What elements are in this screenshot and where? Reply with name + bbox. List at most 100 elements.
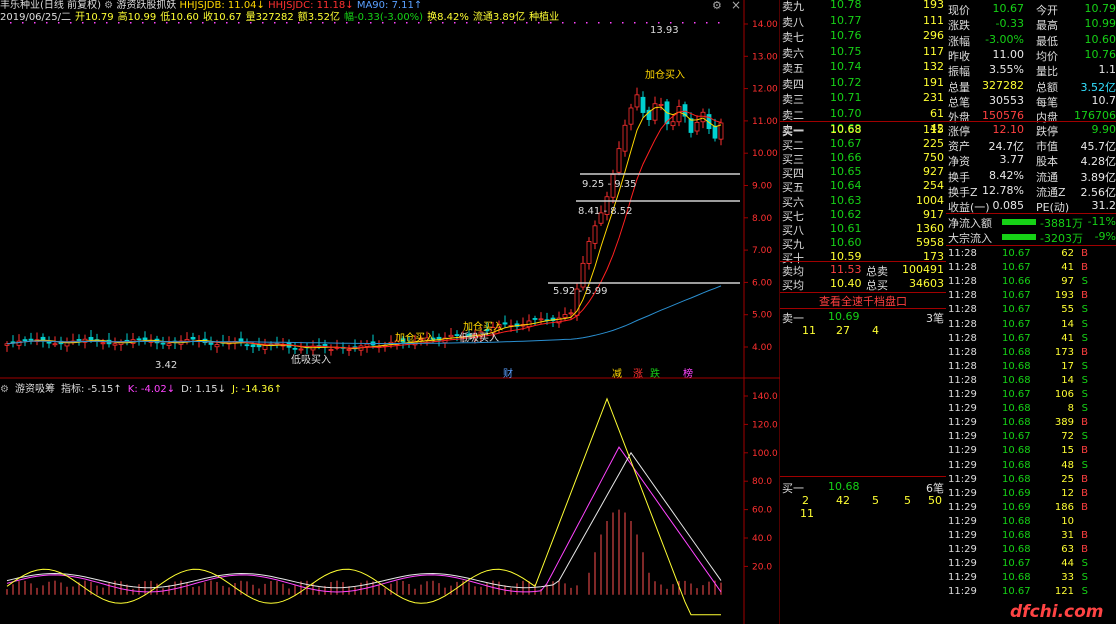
orderbook-row[interactable]: 卖二 10.70 61	[780, 107, 946, 122]
ma-yellow-line	[6, 106, 722, 350]
orderbook-row[interactable]: 卖六 10.75 117	[780, 45, 946, 60]
quote-label: 换手Z	[948, 185, 978, 199]
quote-label: 总额	[1036, 80, 1058, 94]
trade-side: B	[1081, 346, 1088, 358]
sub-tick-label: 100.0	[752, 449, 778, 459]
trade-price: 10.68	[1002, 403, 1031, 415]
j-line	[6, 397, 721, 616]
candle-body	[244, 344, 250, 347]
kline-chart[interactable]: 14.00 13.00 12.00 11.00 10.00 9.00 8.00 7.00 6.0…	[0, 0, 780, 624]
candle-body	[166, 343, 172, 346]
quote-label: 量比	[1036, 65, 1058, 79]
signal-dot	[706, 22, 708, 24]
ma-red-line	[6, 110, 722, 349]
sub-k: K: -4.02↓	[127, 384, 176, 395]
trade-side: S	[1081, 276, 1088, 288]
gear-icon[interactable]: ⚙	[0, 384, 9, 395]
trade-time: 11:28	[948, 276, 977, 288]
orderbook-volume: 750	[923, 151, 944, 165]
queue-qty: 11	[800, 507, 814, 520]
trade-time: 11:28	[948, 346, 977, 358]
quote-value: 12.10	[992, 123, 1025, 136]
orderbook-row[interactable]: 卖三 10.71 231	[780, 91, 946, 106]
orderbook-row[interactable]: 卖七 10.76 296	[780, 29, 946, 44]
orderbook-row[interactable]: 买三 10.66 750	[780, 151, 946, 166]
candles	[4, 87, 724, 356]
trade-side: B	[1081, 417, 1088, 429]
trade-price: 10.68	[1002, 417, 1031, 429]
signal-dot	[670, 22, 672, 24]
quote-value: 327282	[982, 78, 1024, 92]
orderbook-volume: 254	[923, 179, 944, 193]
quote-row: 资产 24.7亿 市值 45.7亿	[946, 138, 1116, 154]
orderbook-row[interactable]: 卖九 10.78 193	[780, 0, 946, 13]
trade-side: S	[1081, 459, 1088, 471]
orderbook-volume: 111	[923, 13, 944, 27]
orderbook-price: 10.60	[830, 235, 862, 249]
flow-row: 大宗流入 -3203万 -9%	[946, 230, 1116, 246]
quote-panel: 卖九 10.78 193 卖八 10.77 111 卖七 10.76 296 卖六 10.75 117…	[780, 0, 1116, 624]
watermark: dfchi.com	[1010, 602, 1104, 622]
orderbook-row[interactable]: 买五 10.64 254	[780, 179, 946, 194]
annotations: 13.93 3.42 9.25 - 9.35 8.41 - 8.52 5.92 …	[155, 25, 693, 380]
quote-label: 资产	[948, 140, 970, 154]
queue-qty: 50	[928, 494, 942, 507]
quote-row: 净资 3.77 股本 4.28亿	[946, 153, 1116, 169]
orderbook-row[interactable]: 买六 10.63 1004	[780, 194, 946, 209]
trade-time: 11:28	[948, 332, 977, 344]
signal-dot	[610, 22, 612, 24]
orderbook-volume: 927	[923, 165, 944, 179]
orderbook-label: 卖六	[782, 46, 804, 60]
trade-time: 11:29	[948, 459, 977, 471]
info-sector[interactable]: 种植业	[529, 12, 559, 23]
low-label: 3.42	[155, 360, 177, 371]
sub-tick-label: 60.0	[752, 506, 772, 516]
queue-price: 10.68	[828, 480, 860, 493]
sub-indicator-name[interactable]: 游资吸筹	[15, 384, 55, 395]
trade-side: S	[1081, 431, 1088, 443]
orderbook-row[interactable]: 买九 10.60 5958	[780, 235, 946, 251]
orderbook-volume: 917	[923, 207, 944, 221]
info-change: 幅-0.33(-3.00%)	[344, 12, 424, 23]
orderbook-row[interactable]: 卖八 10.77 111	[780, 13, 946, 29]
trade-price: 10.67	[1002, 304, 1031, 316]
orderbook-row[interactable]: 买一 10.68 115	[780, 123, 946, 138]
orderbook-price: 10.77	[830, 13, 862, 27]
orderbook-row[interactable]: 买四 10.65 927	[780, 165, 946, 180]
orderbook-price: 10.65	[830, 165, 862, 179]
trade-side: B	[1081, 487, 1088, 499]
trade-row: 11:29 10.68 31 B	[946, 530, 1116, 544]
quote-value: 2.56亿	[1080, 185, 1116, 199]
trade-time: 11:29	[948, 572, 977, 584]
box1-label: 9.25 - 9.35	[582, 179, 637, 190]
signal-dot	[634, 22, 636, 24]
close-icon[interactable]: ×	[731, 0, 741, 12]
orderbook-row[interactable]: 卖五 10.74 132	[780, 60, 946, 75]
orderbook-volume: 191	[923, 75, 944, 89]
trade-row: 11:29 10.68 389 B	[946, 417, 1116, 431]
trade-time: 11:29	[948, 417, 977, 429]
orderbook-row[interactable]: 买七 10.62 917	[780, 207, 946, 223]
trade-volume: 14	[1061, 374, 1074, 386]
candle-body	[22, 339, 28, 342]
sub-d: D: 1.15↓	[181, 384, 227, 395]
price-tick-label: 12.00	[752, 85, 778, 95]
orderbook-row[interactable]: 卖四 10.72 191	[780, 75, 946, 91]
gear-icon[interactable]: ⚙	[712, 0, 722, 12]
candle-body	[592, 225, 598, 244]
chart-area[interactable]: 14.00 13.00 12.00 11.00 10.00 9.00 8.00 7.00 6.0…	[0, 0, 780, 624]
orderbook-row[interactable]: 买二 10.67 225	[780, 137, 946, 152]
candle-body	[346, 348, 352, 351]
trade-side: B	[1081, 262, 1088, 274]
candle-body	[214, 344, 220, 348]
quote-value: 3.55%	[989, 63, 1024, 77]
view-all-orderbook-button[interactable]: 查看全速千档盘口	[780, 292, 946, 309]
candle-body	[190, 336, 196, 340]
orderbook-row[interactable]: 买八 10.61 1360	[780, 222, 946, 237]
trade-row: 11:28 10.67 41 B	[946, 262, 1116, 276]
quote-value: 12.78%	[982, 183, 1024, 197]
trade-side: S	[1081, 403, 1088, 415]
info-amount: 额3.52亿	[297, 12, 341, 23]
sell1-queue: 11 27 4	[780, 324, 946, 338]
candle-body	[694, 121, 700, 132]
